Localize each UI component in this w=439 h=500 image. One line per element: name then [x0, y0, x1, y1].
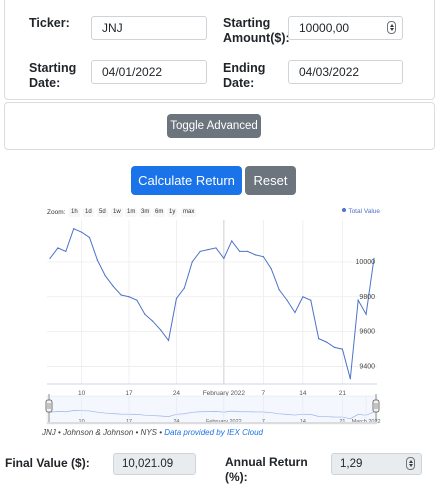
data-point — [112, 285, 114, 287]
annual-return-value: 1,29 — [340, 458, 363, 470]
data-point — [207, 249, 209, 251]
starting-date-label: Starting Date: — [29, 61, 76, 91]
data-point — [144, 313, 146, 315]
starting-date-label-line2: Date: — [29, 76, 61, 90]
data-point — [262, 256, 264, 258]
data-point — [286, 299, 288, 301]
data-point — [128, 296, 130, 298]
data-point — [49, 257, 51, 259]
annual-return-label-line2: (%): — [225, 470, 248, 484]
y-tick-label: 9600 — [359, 329, 375, 336]
series-line-total-value[interactable] — [49, 228, 375, 379]
ticker-input[interactable]: JNJ — [91, 16, 207, 40]
data-point — [152, 320, 154, 322]
data-point — [365, 313, 367, 315]
data-point — [104, 275, 106, 277]
data-point — [231, 240, 233, 242]
data-point — [333, 346, 336, 348]
data-point — [191, 261, 193, 263]
data-point — [302, 296, 304, 298]
starting-date-input[interactable]: 04/01/2022 — [91, 60, 207, 84]
ending-date-label-line2: Date: — [223, 76, 255, 90]
navigator-scrollbar[interactable] — [47, 422, 377, 424]
starting-amount-label-line2: Amount($): — [223, 31, 290, 45]
final-value-label: Final Value ($): — [5, 456, 90, 470]
final-value-field: 10,021.09 — [113, 453, 196, 475]
data-point — [325, 341, 328, 343]
data-point — [278, 289, 280, 291]
data-point — [88, 236, 91, 239]
data-point — [318, 338, 320, 340]
starting-amount-label-line1: Starting — [223, 16, 271, 30]
data-point — [81, 231, 83, 233]
starting-amount-label: Starting Amount($): — [223, 16, 290, 46]
stock-chart: Zoom: 1h 1d 5d 1w 1m 3m 6m 1y max Total Value 10… — [42, 202, 388, 426]
data-point — [215, 247, 217, 249]
ending-date-label: Ending Date: — [223, 61, 265, 91]
starting-amount-input[interactable]: 10000,00 — [288, 16, 403, 40]
calculate-return-button[interactable]: Calculate Return — [131, 166, 242, 195]
starting-amount-value: 10000,00 — [299, 21, 350, 35]
data-point — [57, 247, 59, 249]
data-point — [167, 339, 170, 341]
starting-date-label-line1: Starting — [29, 61, 77, 75]
data-point — [246, 250, 249, 253]
toggle-advanced-button[interactable]: Toggle Advanced — [167, 114, 261, 138]
data-point — [136, 299, 138, 301]
data-point — [239, 250, 241, 253]
data-point — [294, 311, 296, 314]
attribution-text: JNJ • Johnson & Johnson • NYS • — [42, 428, 165, 437]
data-point — [96, 259, 99, 261]
data-point — [341, 348, 343, 350]
data-point — [349, 378, 351, 380]
annual-return-field: 1,29 — [331, 453, 422, 475]
data-point — [310, 299, 312, 301]
data-point — [160, 329, 162, 331]
data-point — [270, 268, 272, 270]
annual-return-label: Annual Return (%): — [225, 455, 308, 485]
y-tick-label: 10000 — [356, 259, 376, 266]
data-point — [199, 250, 201, 253]
chart-attribution: JNJ • Johnson & Johnson • NYS • Data pro… — [42, 428, 263, 437]
ending-date-input[interactable]: 04/03/2022 — [288, 60, 403, 84]
navigator-right-handle[interactable] — [372, 399, 380, 413]
data-point — [223, 257, 225, 259]
data-point — [73, 228, 75, 230]
data-point — [65, 250, 67, 253]
reset-button[interactable]: Reset — [245, 166, 296, 195]
inputs-card: Ticker: JNJ Starting Amount($): 10000,00… — [4, 0, 435, 100]
ending-date-label-line1: Ending — [223, 61, 266, 75]
chart-plot[interactable]: 10 17 24 February 2022 7 14 211000098009600940… — [42, 202, 388, 426]
annual-return-label-line1: Annual Return — [225, 455, 308, 469]
y-tick-label: 9400 — [359, 364, 375, 371]
data-point — [254, 254, 257, 256]
y-tick-label: 9800 — [359, 294, 375, 301]
data-source-link[interactable]: Data provided by IEX Cloud — [164, 428, 263, 437]
data-point — [183, 287, 185, 289]
number-spinner-icon[interactable] — [387, 21, 396, 34]
data-point — [120, 294, 122, 296]
ticker-label: Ticker: — [29, 16, 70, 30]
data-point — [175, 297, 178, 300]
navigator-left-handle[interactable] — [45, 399, 53, 413]
number-spinner-icon — [406, 457, 415, 470]
